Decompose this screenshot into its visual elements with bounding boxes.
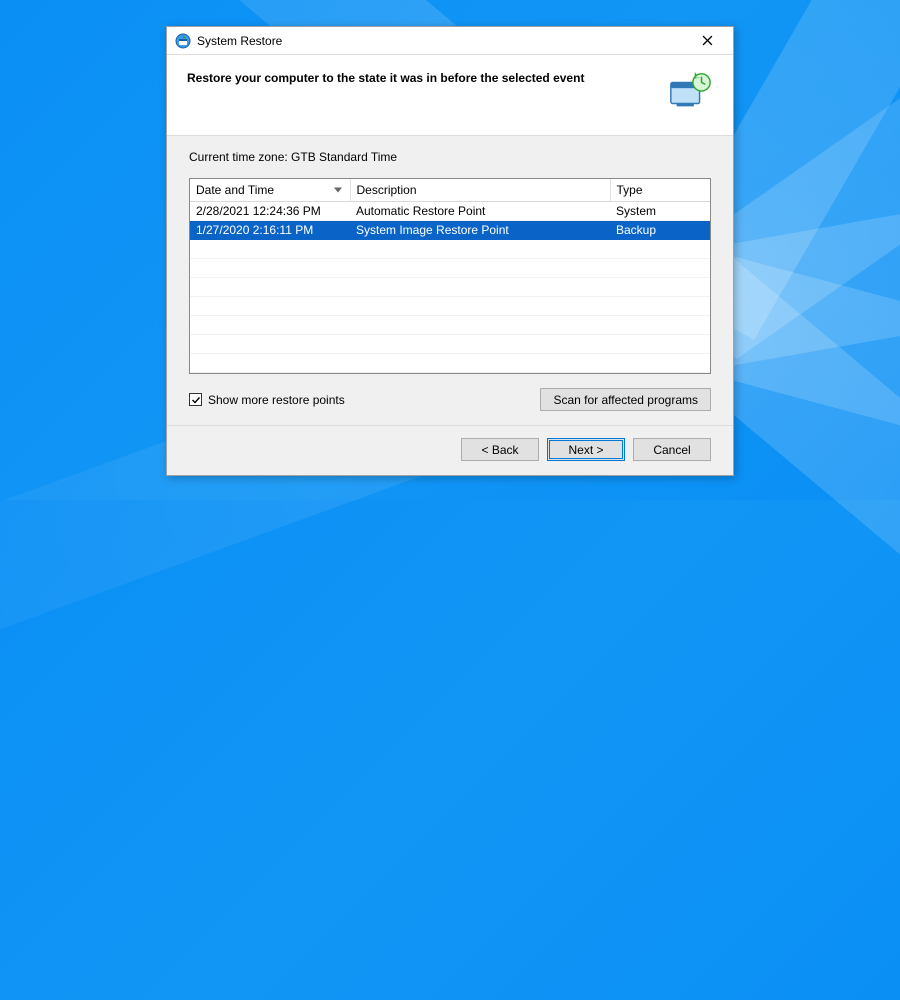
table-row[interactable]: 2/28/2021 12:24:36 PMAutomatic Restore P… xyxy=(190,201,710,220)
titlebar: System Restore xyxy=(167,27,733,55)
system-restore-dialog: System Restore Restore your computer to … xyxy=(166,26,734,476)
table-row: ... xyxy=(190,296,710,315)
table-row: ... xyxy=(190,277,710,296)
table-row: ... xyxy=(190,372,710,374)
dialog-header: Restore your computer to the state it wa… xyxy=(167,55,733,136)
cancel-button[interactable]: Cancel xyxy=(633,438,711,461)
column-header-date[interactable]: Date and Time xyxy=(190,179,350,201)
column-header-type[interactable]: Type xyxy=(610,179,710,201)
table-row: ... xyxy=(190,315,710,334)
window-title: System Restore xyxy=(197,34,685,48)
table-row: ... xyxy=(190,334,710,353)
system-restore-icon xyxy=(175,33,191,49)
column-header-description[interactable]: Description xyxy=(350,179,610,201)
table-row: ... xyxy=(190,353,710,372)
restore-points-table[interactable]: Date and Time Description Type 2/28/2021… xyxy=(189,178,711,374)
table-row: ... xyxy=(190,239,710,258)
show-more-label: Show more restore points xyxy=(208,393,345,407)
dialog-heading: Restore your computer to the state it wa… xyxy=(187,69,655,85)
back-button[interactable]: < Back xyxy=(461,438,539,461)
restore-hero-icon xyxy=(667,69,713,115)
close-button[interactable] xyxy=(685,27,729,55)
show-more-checkbox[interactable]: Show more restore points xyxy=(189,393,345,407)
checkbox-icon xyxy=(189,393,202,406)
wizard-footer: < Back Next > Cancel xyxy=(167,425,733,475)
next-button[interactable]: Next > xyxy=(547,438,625,461)
timezone-label: Current time zone: GTB Standard Time xyxy=(189,150,711,164)
table-row[interactable]: 1/27/2020 2:16:11 PMSystem Image Restore… xyxy=(190,220,710,239)
sort-descending-icon xyxy=(334,187,342,192)
scan-affected-button[interactable]: Scan for affected programs xyxy=(540,388,711,411)
table-row: ... xyxy=(190,258,710,277)
